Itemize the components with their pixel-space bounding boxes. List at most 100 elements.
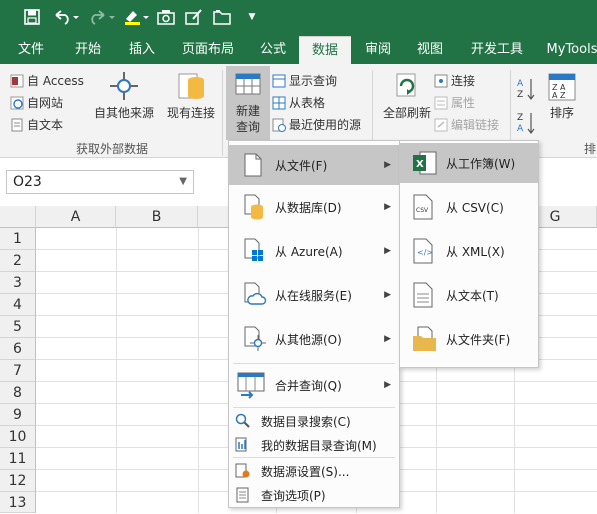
folder-icon[interactable]	[212, 6, 232, 28]
sort-button[interactable]: Z AA Z 排序	[542, 72, 582, 121]
from-file-submenu: X 从工作簿(W) CSV 从 CSV(C) </> 从 XML(X) 从文本(…	[399, 140, 539, 368]
menu-item-from-database[interactable]: 从数据库(D) ▶	[229, 187, 399, 227]
row-header[interactable]: 10	[0, 426, 36, 448]
svg-text:A: A	[517, 124, 524, 134]
menu-item-from-workbook[interactable]: X 从工作簿(W)	[400, 143, 538, 183]
menu-item-my-data-catalog-queries[interactable]: 我的数据目录查询(M)	[229, 433, 399, 457]
submenu-arrow-icon: ▶	[384, 246, 391, 256]
from-table-button[interactable]: 从表格	[272, 94, 325, 111]
highlight-color-icon[interactable]	[122, 6, 152, 28]
menu-item-from-text[interactable]: 从文本(T)	[400, 275, 538, 315]
row-header[interactable]: 2	[0, 250, 36, 272]
menu-item-from-xml[interactable]: </> 从 XML(X)	[400, 231, 538, 271]
menu-item-from-csv[interactable]: CSV 从 CSV(C)	[400, 187, 538, 227]
group-separator	[222, 70, 223, 156]
svg-text:Z: Z	[517, 113, 523, 123]
from-other-sources-button[interactable]: 自其他来源	[92, 70, 156, 121]
row-header[interactable]: 1	[0, 228, 36, 250]
connections-icon	[434, 74, 448, 88]
tab-insert[interactable]: 插入	[118, 36, 166, 64]
menu-separator	[233, 457, 395, 458]
menu-item-from-other-sources[interactable]: 从其他源(O) ▶	[229, 319, 399, 359]
name-box[interactable]: O23 ▼	[6, 170, 194, 194]
menu-item-data-source-settings[interactable]: 数据源设置(S)...	[229, 459, 399, 483]
xml-file-icon: </>	[412, 238, 434, 267]
excel-workbook-icon: X	[412, 151, 438, 178]
svg-text:Z: Z	[517, 90, 523, 100]
save-icon[interactable]	[22, 6, 42, 28]
row-header[interactable]: 12	[0, 470, 36, 492]
options-icon	[235, 487, 251, 506]
tab-formulas[interactable]: 公式	[250, 36, 296, 64]
svg-text:A: A	[517, 79, 524, 89]
table-icon	[272, 96, 286, 110]
tab-developer[interactable]: 开发工具	[464, 36, 530, 64]
group-label-sort: 排	[584, 142, 597, 156]
submenu-arrow-icon: ▶	[384, 334, 391, 344]
tab-mytools[interactable]: MyTools	[542, 36, 597, 64]
tab-page-layout[interactable]: 页面布局	[172, 36, 244, 64]
from-text-button[interactable]: 自文本	[10, 116, 63, 133]
show-queries-button[interactable]: 显示查询	[272, 72, 337, 89]
svg-text:</>: </>	[417, 248, 433, 257]
column-header[interactable]: A	[36, 206, 116, 228]
submenu-arrow-icon: ▶	[384, 202, 391, 212]
tab-home[interactable]: 开始	[62, 36, 114, 64]
menu-item-from-file[interactable]: 从文件(F) ▶	[229, 145, 399, 185]
row-header[interactable]: 3	[0, 272, 36, 294]
row-header[interactable]: 13	[0, 492, 36, 513]
new-query-icon	[235, 73, 261, 95]
menu-item-from-azure[interactable]: 从 Azure(A) ▶	[229, 231, 399, 271]
row-header[interactable]: 4	[0, 294, 36, 316]
connections-button[interactable]: 连接	[434, 72, 475, 89]
undo-icon[interactable]	[52, 6, 82, 28]
menu-item-from-online-services[interactable]: 从在线服务(E) ▶	[229, 275, 399, 315]
sort-za-icon[interactable]: ZA	[516, 110, 536, 136]
submenu-arrow-icon: ▶	[384, 160, 391, 170]
edit-shape-icon[interactable]	[184, 6, 204, 28]
tab-view[interactable]: 视图	[408, 36, 452, 64]
tab-review[interactable]: 审阅	[356, 36, 400, 64]
tab-data[interactable]: 数据	[299, 36, 351, 64]
link-icon	[434, 118, 448, 132]
group-label-external-data: 获取外部数据	[76, 142, 149, 156]
customize-qat-icon[interactable]: ▼	[244, 6, 260, 28]
menu-item-combine-queries[interactable]: 合并查询(Q) ▶	[229, 365, 399, 405]
column-header[interactable]: B	[116, 206, 198, 228]
sort-az-icon[interactable]: AZ	[516, 76, 536, 102]
other-sources-icon	[243, 326, 267, 355]
camera-icon[interactable]	[156, 6, 176, 28]
menu-item-from-folder[interactable]: 从文件夹(F)	[400, 319, 538, 359]
row-header[interactable]: 8	[0, 382, 36, 404]
search-icon	[235, 413, 251, 432]
menu-item-data-catalog-search[interactable]: 数据目录搜索(C)	[229, 409, 399, 433]
existing-connections-button[interactable]: 现有连接	[164, 70, 218, 121]
name-box-dropdown-icon[interactable]: ▼	[179, 171, 187, 193]
select-all-corner[interactable]	[0, 206, 36, 228]
settings-icon	[235, 463, 251, 482]
redo-icon[interactable]	[88, 6, 118, 28]
recent-sources-button[interactable]: 最近使用的源	[272, 116, 361, 133]
row-header[interactable]: 5	[0, 316, 36, 338]
edit-links-button[interactable]: 编辑链接	[434, 116, 499, 133]
row-header[interactable]: 9	[0, 404, 36, 426]
row-header[interactable]: 6	[0, 338, 36, 360]
from-web-button[interactable]: 自网站	[10, 94, 63, 111]
menu-separator	[233, 407, 395, 408]
svg-text:CSV: CSV	[416, 207, 429, 214]
grid-line	[198, 228, 199, 513]
menu-separator	[233, 363, 395, 364]
submenu-arrow-icon: ▶	[384, 380, 391, 390]
from-access-button[interactable]: 自 Access	[10, 72, 84, 89]
tab-file[interactable]: 文件	[6, 36, 56, 64]
row-header[interactable]: 11	[0, 448, 36, 470]
ribbon-tabs: 文件 开始 插入 页面布局 公式 数据 审阅 视图 开发工具 MyTools	[0, 36, 597, 64]
refresh-all-button[interactable]: 全部刷新	[378, 70, 436, 121]
properties-button[interactable]: 属性	[434, 94, 475, 111]
row-header[interactable]: 7	[0, 360, 36, 382]
new-query-button[interactable]: 新建 查询	[226, 66, 270, 140]
show-queries-icon	[272, 74, 286, 88]
submenu-arrow-icon: ▶	[384, 290, 391, 300]
menu-item-query-options[interactable]: 查询选项(P)	[229, 483, 399, 507]
access-icon	[10, 74, 24, 88]
